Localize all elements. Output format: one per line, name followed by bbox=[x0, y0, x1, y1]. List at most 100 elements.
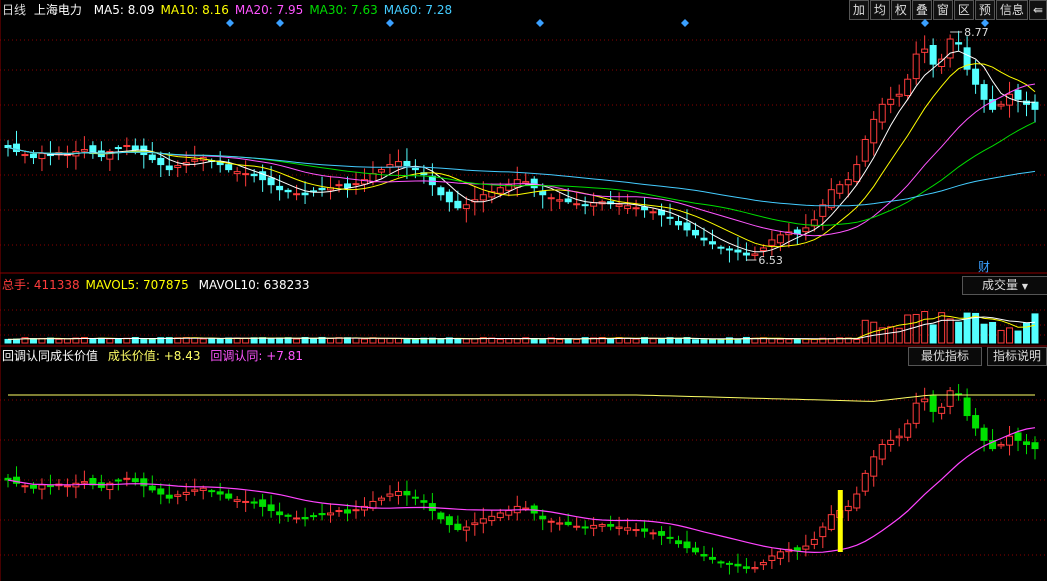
volume-bar bbox=[708, 338, 716, 344]
volume-bar bbox=[853, 338, 861, 344]
indicator-candle bbox=[675, 540, 683, 545]
indicator-candle bbox=[63, 485, 71, 488]
candle-body bbox=[157, 157, 165, 166]
indicator-candle bbox=[386, 493, 394, 497]
indicator-candle bbox=[4, 477, 12, 481]
ma-line bbox=[7, 50, 1035, 253]
indicator-candle bbox=[276, 511, 284, 516]
indicator-candle bbox=[861, 472, 869, 492]
candle-body bbox=[539, 191, 547, 196]
candle-body bbox=[250, 173, 258, 177]
indicator-candle bbox=[539, 515, 547, 520]
candle-body bbox=[4, 145, 12, 149]
volume-bar bbox=[403, 338, 411, 344]
candle-body bbox=[148, 154, 156, 161]
candle-body bbox=[301, 192, 309, 196]
volume-bar bbox=[649, 338, 657, 344]
low-price-label: 6.53 bbox=[758, 254, 783, 267]
candle-body bbox=[649, 211, 657, 214]
indicator-candle bbox=[479, 518, 487, 524]
candle-body bbox=[997, 103, 1005, 107]
volume-bar bbox=[1014, 330, 1022, 344]
volume-bar bbox=[955, 321, 963, 344]
volume-bar bbox=[717, 339, 725, 344]
volume-bar bbox=[505, 338, 513, 344]
indicator-candle bbox=[284, 514, 292, 517]
candle-body bbox=[344, 183, 352, 189]
indicator-candle bbox=[462, 526, 470, 531]
indicator-candle bbox=[80, 481, 88, 484]
indicator-candle bbox=[29, 484, 37, 489]
indicator-candle bbox=[759, 562, 767, 566]
candle-body bbox=[131, 145, 139, 151]
indicator-candle bbox=[335, 510, 343, 513]
candle-body bbox=[632, 207, 640, 210]
candle-body bbox=[174, 165, 182, 169]
indicator-candle bbox=[573, 525, 581, 528]
candle-body bbox=[844, 179, 852, 186]
indicator-candle bbox=[607, 524, 615, 527]
indicator-candle bbox=[471, 522, 479, 526]
candle-body bbox=[80, 149, 88, 152]
volume-bar bbox=[887, 326, 895, 344]
candle-body bbox=[318, 187, 326, 191]
volume-bar bbox=[895, 327, 903, 344]
indicator-candle bbox=[963, 397, 971, 417]
volume-bar bbox=[946, 318, 954, 344]
candle-body bbox=[437, 187, 445, 196]
volume-bar bbox=[700, 339, 708, 344]
candle-body bbox=[191, 159, 199, 162]
indicator-candle bbox=[216, 491, 224, 495]
candle-body bbox=[123, 145, 131, 148]
indicator-candle bbox=[853, 493, 861, 509]
candle-body bbox=[573, 203, 581, 206]
volume-bar bbox=[776, 338, 784, 344]
volume-bar bbox=[216, 338, 224, 344]
indicator-candle bbox=[182, 491, 190, 495]
candle-body bbox=[759, 247, 767, 252]
indicator-candle bbox=[445, 516, 453, 526]
volume-bar bbox=[148, 338, 156, 344]
indicator-candle bbox=[454, 523, 462, 531]
volume-bar bbox=[377, 338, 385, 344]
volume-bar bbox=[802, 338, 810, 344]
candle-body bbox=[972, 68, 980, 85]
indicator-candle bbox=[46, 484, 54, 488]
candle-body bbox=[675, 220, 683, 226]
event-marker-icon bbox=[536, 19, 544, 27]
volume-bar bbox=[199, 338, 207, 344]
candle-body bbox=[955, 42, 963, 45]
indicator-candle bbox=[827, 514, 835, 530]
indicator-candle bbox=[878, 443, 886, 460]
stock-chart[interactable]: 8.77 6.53 财 bbox=[0, 0, 1047, 581]
indicator-candle bbox=[938, 406, 946, 414]
candle-body bbox=[21, 154, 29, 157]
event-marker-icon bbox=[386, 19, 394, 27]
volume-bar bbox=[386, 338, 394, 344]
volume-bar bbox=[310, 338, 318, 344]
indicator-candle bbox=[250, 501, 258, 504]
candle-body bbox=[980, 84, 988, 100]
indicator-candle bbox=[683, 541, 691, 549]
volume-bar bbox=[632, 338, 640, 344]
indicator-candle bbox=[191, 489, 199, 492]
event-marker-icon bbox=[921, 19, 929, 27]
event-marker-icon bbox=[681, 19, 689, 27]
candle-body bbox=[742, 252, 750, 256]
candle-body bbox=[921, 48, 929, 53]
indicator-candle bbox=[496, 512, 504, 519]
indicator-candle bbox=[717, 561, 725, 564]
candle-body bbox=[700, 237, 708, 241]
indicator-candle bbox=[233, 499, 241, 502]
volume-bar bbox=[929, 324, 937, 344]
candle-body bbox=[929, 44, 937, 65]
candle-body bbox=[827, 189, 835, 209]
volume-bar bbox=[921, 311, 929, 344]
volume-bar bbox=[989, 321, 997, 344]
volume-bar bbox=[691, 339, 699, 344]
volume-bar bbox=[997, 329, 1005, 344]
candle-body bbox=[590, 202, 598, 207]
volume-bar bbox=[462, 338, 470, 344]
candle-body bbox=[428, 175, 436, 186]
volume-bar bbox=[437, 338, 445, 344]
